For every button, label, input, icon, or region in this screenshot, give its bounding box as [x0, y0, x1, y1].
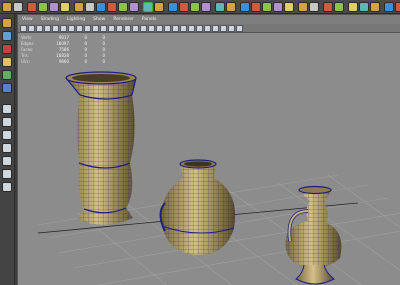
outliner-icon[interactable]: [2, 143, 12, 153]
bevel-icon[interactable]: [251, 1, 261, 12]
panel-menu-bar: View Shading Lighting Show Renderer Pane…: [18, 15, 400, 24]
channel-box-icon[interactable]: [359, 1, 369, 12]
hypershade-icon[interactable]: [201, 1, 211, 12]
panel-tool-button[interactable]: [140, 24, 147, 32]
menu-view[interactable]: View: [22, 15, 33, 24]
panel-tool-button[interactable]: [204, 24, 211, 32]
graph-editor-icon[interactable]: [2, 156, 12, 166]
rig-icon[interactable]: [384, 1, 394, 12]
select-icon[interactable]: [143, 1, 153, 12]
merge-icon[interactable]: [273, 1, 283, 12]
uv-icon[interactable]: [323, 1, 333, 12]
render-view-icon[interactable]: [2, 182, 12, 192]
ipr-icon[interactable]: [179, 1, 189, 12]
paint-select-icon[interactable]: [2, 44, 12, 54]
plane-icon[interactable]: [118, 1, 128, 12]
panel-tool-button[interactable]: [196, 24, 203, 32]
panel-tool-button[interactable]: [220, 24, 227, 32]
shelf-toolbar: [0, 0, 400, 14]
panel-tool-button[interactable]: [84, 24, 91, 32]
split-icon[interactable]: [284, 1, 294, 12]
lasso-tool-icon[interactable]: [2, 31, 12, 41]
panel-tool-button[interactable]: [36, 24, 43, 32]
render-icon[interactable]: [168, 1, 178, 12]
panel-tool-button[interactable]: [20, 24, 27, 32]
panel-tool-button[interactable]: [92, 24, 99, 32]
scale-tool-icon[interactable]: [2, 83, 12, 93]
menu-show[interactable]: Show: [93, 15, 105, 24]
scene-canvas[interactable]: [18, 33, 400, 285]
maya-window: View Shading Lighting Show Renderer Pane…: [0, 0, 400, 285]
panel-tool-button[interactable]: [68, 24, 75, 32]
skin-icon[interactable]: [395, 1, 400, 12]
snap-grid-icon[interactable]: [27, 1, 37, 12]
panel-tool-button[interactable]: [172, 24, 179, 32]
snap-plane-icon[interactable]: [60, 1, 70, 12]
attribute-editor-icon[interactable]: [348, 1, 358, 12]
layout-icon[interactable]: [2, 1, 12, 12]
move-tool-icon[interactable]: [2, 57, 12, 67]
camera-icon[interactable]: [215, 1, 225, 12]
poly-count-hud: Verts: 9017 0 0 Edges: 18097 0 0 Faces: …: [21, 35, 105, 65]
panel-tool-button[interactable]: [228, 24, 235, 32]
perspective-viewport[interactable]: View Shading Lighting Show Renderer Pane…: [17, 14, 400, 285]
panel-tool-button[interactable]: [60, 24, 67, 32]
single-view-icon[interactable]: [2, 117, 12, 127]
panel-tool-button[interactable]: [132, 24, 139, 32]
sculpt-icon[interactable]: [309, 1, 319, 12]
panel-tool-button[interactable]: [236, 24, 243, 32]
panel-tool-button[interactable]: [148, 24, 155, 32]
menu-renderer[interactable]: Renderer: [113, 15, 134, 24]
hypergraph-icon[interactable]: [2, 169, 12, 179]
panel-tool-button[interactable]: [28, 24, 35, 32]
panel-toolbar: [18, 24, 400, 33]
panel-tool-button[interactable]: [52, 24, 59, 32]
panel-tool-button[interactable]: [164, 24, 171, 32]
panel-tool-button[interactable]: [76, 24, 83, 32]
panel-tool-button[interactable]: [108, 24, 115, 32]
cone-icon[interactable]: [107, 1, 117, 12]
snap-curve-icon[interactable]: [38, 1, 48, 12]
hud-row-uvs: UVs: 9660 0 0: [21, 59, 105, 64]
paint-icon[interactable]: [298, 1, 308, 12]
snap-point-icon[interactable]: [49, 1, 59, 12]
menu-lighting[interactable]: Lighting: [67, 15, 85, 24]
rotate-tool-icon[interactable]: [2, 70, 12, 80]
tool-settings-icon[interactable]: [370, 1, 380, 12]
tall-vase-mesh[interactable]: [65, 71, 137, 225]
extrude-icon[interactable]: [240, 1, 250, 12]
torus-icon[interactable]: [129, 1, 139, 12]
menu-shading[interactable]: Shading: [41, 15, 59, 24]
panel-tool-button[interactable]: [116, 24, 123, 32]
select-tool-icon[interactable]: [2, 18, 12, 28]
two-view-icon[interactable]: [2, 130, 12, 140]
panel-tool-button[interactable]: [100, 24, 107, 32]
menu-panels[interactable]: Panels: [142, 15, 156, 24]
cylinder-icon[interactable]: [96, 1, 106, 12]
lasso-icon[interactable]: [154, 1, 164, 12]
panel-tool-button[interactable]: [156, 24, 163, 32]
round-jar-mesh[interactable]: [159, 159, 236, 255]
menu-icon[interactable]: [13, 1, 23, 12]
render-settings-icon[interactable]: [190, 1, 200, 12]
cube-icon[interactable]: [74, 1, 84, 12]
panel-tool-button[interactable]: [212, 24, 219, 32]
handled-jug-mesh[interactable]: [285, 185, 342, 285]
panel-tool-button[interactable]: [44, 24, 51, 32]
light-icon[interactable]: [226, 1, 236, 12]
four-view-icon[interactable]: [2, 104, 12, 114]
tool-box: [0, 14, 15, 285]
sphere-icon[interactable]: [85, 1, 95, 12]
panel-tool-button[interactable]: [124, 24, 131, 32]
panel-tool-button[interactable]: [188, 24, 195, 32]
panel-tool-button[interactable]: [180, 24, 187, 32]
bridge-icon[interactable]: [262, 1, 272, 12]
texture-icon[interactable]: [334, 1, 344, 12]
